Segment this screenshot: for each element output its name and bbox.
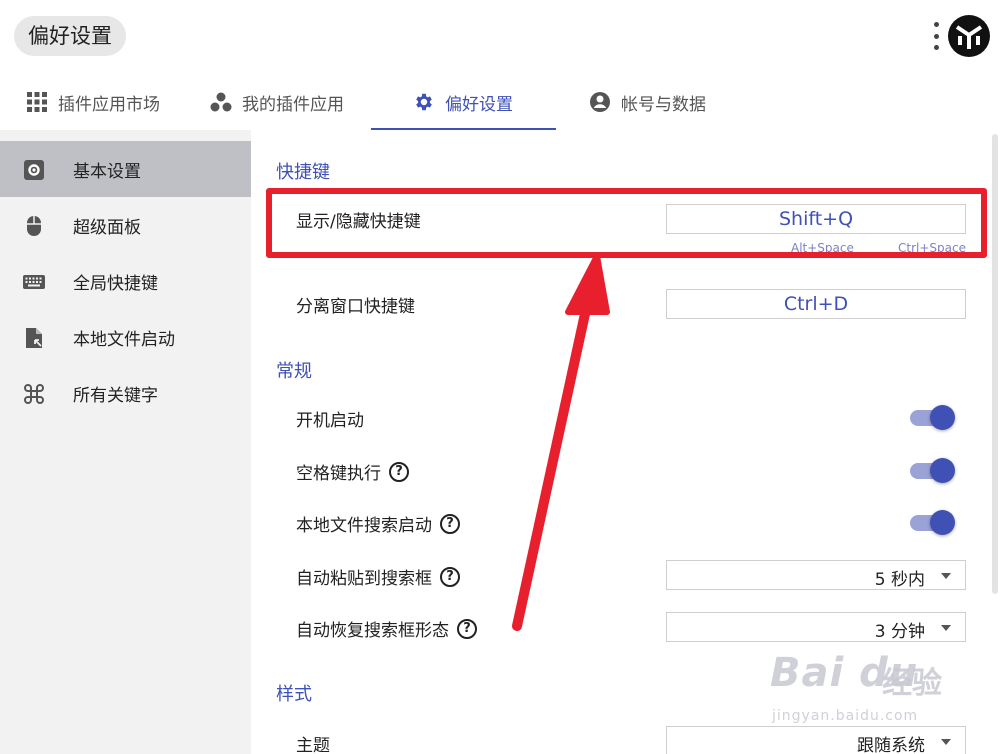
help-circle-icon[interactable]: ? [389, 461, 409, 482]
setting-label: 显示/隐藏快捷键 [296, 212, 421, 232]
shortcut-hint[interactable]: Ctrl+Space [898, 241, 966, 255]
setting-label: 开机启动 [296, 406, 364, 431]
tab-preferences[interactable]: 偏好设置 [413, 74, 513, 130]
section-title-style: 样式 [276, 684, 312, 705]
bubbles-icon [210, 92, 232, 112]
sidebar-item-basic-settings[interactable]: 基本设置 [0, 141, 251, 197]
keyboard-icon [23, 275, 45, 289]
sidebar-item-label: 超级面板 [73, 217, 141, 238]
auto-restore-select[interactable]: 3 分钟 [666, 612, 966, 642]
setting-label-text: 本地文件搜索启动 [296, 516, 432, 536]
select-value: 3 分钟 [874, 622, 925, 642]
mouse-icon [27, 216, 41, 236]
help-circle-icon[interactable]: ? [440, 566, 460, 587]
theme-select[interactable]: 跟随系统 [666, 726, 966, 754]
help-circle-icon[interactable]: ? [457, 618, 477, 639]
detach-window-shortcut-input[interactable]: Ctrl+D [666, 289, 966, 319]
settings-square-icon [24, 160, 44, 180]
tab-label: 插件应用市场 [58, 94, 160, 115]
tab-label: 我的插件应用 [242, 94, 344, 115]
shortcut-hints: Alt+Space Ctrl+Space [791, 241, 966, 255]
tab-label: 偏好设置 [445, 94, 513, 115]
setting-label: 分离窗口快捷键 [296, 297, 415, 317]
local-file-search-toggle[interactable] [908, 509, 956, 535]
auto-paste-select[interactable]: 5 秒内 [666, 560, 966, 590]
shortcut-hint[interactable]: Alt+Space [791, 241, 854, 255]
settings-panel: 快捷键 显示/隐藏快捷键 Shift+Q Alt+Space Ctrl+Spac… [251, 130, 1003, 754]
tab-plugin-market[interactable]: 插件应用市场 [26, 74, 160, 130]
app-logo-icon[interactable] [947, 14, 991, 58]
gear-icon [416, 93, 432, 111]
page-title: 偏好设置 [14, 16, 126, 56]
setting-label-text: 自动粘贴到搜索框 [296, 569, 432, 589]
sidebar-item-local-file-launch[interactable]: 本地文件启动 [0, 309, 251, 365]
app-window: 偏好设置 插件应用市场 我的插件应用 偏好设置 帐号与数据 基本设置 超级面板 … [0, 0, 1003, 754]
select-value: 跟随系统 [857, 736, 925, 754]
tab-my-plugins[interactable]: 我的插件应用 [210, 74, 344, 130]
sidebar-item-label: 本地文件启动 [73, 329, 175, 350]
command-key-icon [24, 384, 44, 404]
caret-down-icon [941, 573, 951, 579]
space-execute-toggle[interactable] [908, 457, 956, 483]
setting-label-text: 空格键执行 [296, 464, 381, 484]
sidebar-item-global-shortcuts[interactable]: 全局快捷键 [0, 253, 251, 309]
grid-icon [27, 92, 47, 112]
setting-label: 自动恢复搜索框形态 ? [296, 616, 477, 641]
show-hide-shortcut-input[interactable]: Shift+Q [666, 204, 966, 234]
caret-down-icon [941, 739, 951, 745]
setting-label: 自动粘贴到搜索框 ? [296, 564, 460, 589]
setting-label-text: 主题 [296, 736, 330, 754]
section-title-general: 常规 [276, 361, 312, 382]
sidebar-item-label: 所有关键字 [73, 385, 158, 406]
tab-account-data[interactable]: 帐号与数据 [589, 74, 706, 130]
setting-label: 主题 [296, 731, 330, 754]
top-tabs: 插件应用市场 我的插件应用 偏好设置 帐号与数据 [0, 74, 1003, 130]
sidebar-item-super-panel[interactable]: 超级面板 [0, 197, 251, 253]
launch-at-startup-toggle[interactable] [908, 404, 956, 430]
sidebar: 基本设置 超级面板 全局快捷键 本地文件启动 所有关键字 [0, 130, 251, 754]
sidebar-item-label: 全局快捷键 [73, 273, 158, 294]
section-title-shortcuts: 快捷键 [276, 162, 330, 183]
setting-label-text: 自动恢复搜索框形态 [296, 621, 449, 641]
scrollbar[interactable] [992, 134, 998, 594]
select-value: 5 秒内 [874, 570, 925, 590]
sidebar-item-all-keywords[interactable]: 所有关键字 [0, 365, 251, 421]
setting-label: 本地文件搜索启动 ? [296, 511, 460, 536]
account-circle-icon [590, 92, 610, 112]
sidebar-item-label: 基本设置 [73, 161, 141, 182]
setting-label-text: 开机启动 [296, 411, 364, 431]
file-launch-icon [26, 328, 42, 348]
more-vertical-icon[interactable] [928, 20, 944, 52]
help-circle-icon[interactable]: ? [440, 513, 460, 534]
setting-label: 空格键执行 ? [296, 459, 409, 484]
caret-down-icon [941, 625, 951, 631]
tab-label: 帐号与数据 [621, 94, 706, 115]
